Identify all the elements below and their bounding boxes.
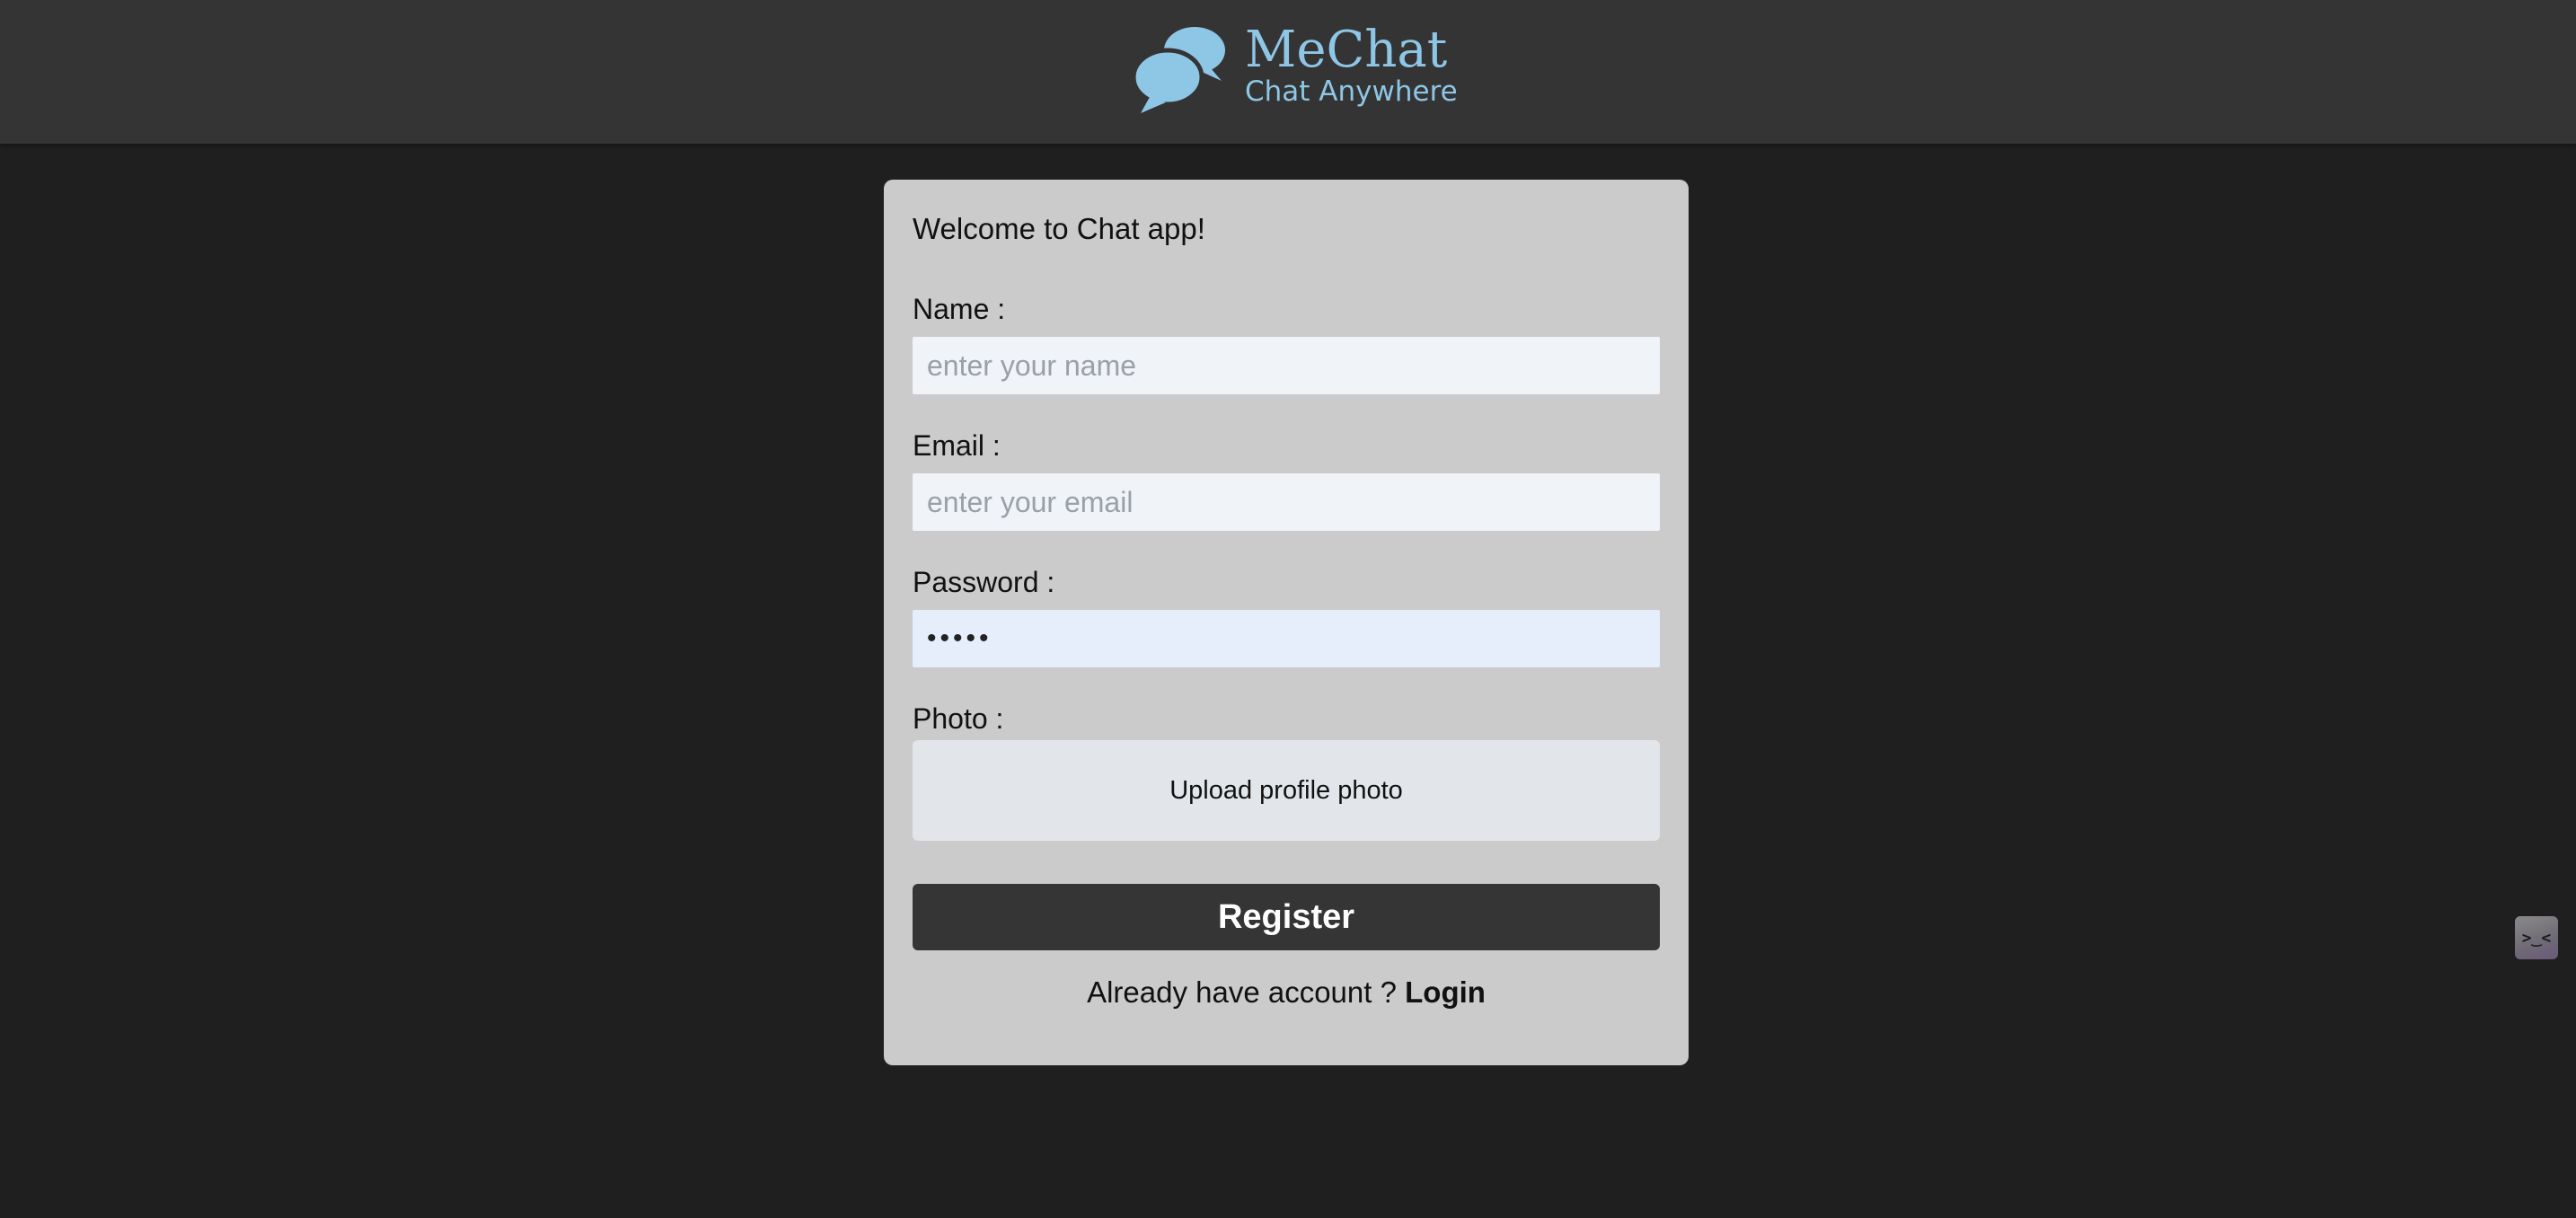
password-input[interactable] — [913, 610, 1660, 667]
login-prompt-row: Already have account ? Login — [884, 972, 1689, 1013]
email-input[interactable] — [913, 473, 1660, 531]
welcome-heading: Welcome to Chat app! — [913, 212, 1205, 245]
app-tagline: Chat Anywhere — [1245, 75, 1458, 108]
photo-label: Photo : — [913, 702, 1004, 735]
terminal-face-icon[interactable]: >‿< — [2515, 916, 2558, 959]
email-label: Email : — [913, 429, 1001, 462]
top-bar: MeChat Chat Anywhere — [0, 0, 2576, 144]
app-name: MeChat — [1245, 21, 1448, 79]
brand-logo[interactable]: MeChat Chat Anywhere — [1132, 21, 1458, 117]
upload-photo-label: Upload profile photo — [1169, 775, 1403, 805]
register-button[interactable]: Register — [913, 884, 1660, 950]
name-label: Name : — [913, 293, 1006, 325]
register-card: Welcome to Chat app! Name : Email : Pass… — [884, 180, 1689, 1065]
extension-glyph: >‿< — [2521, 928, 2552, 948]
chat-bubbles-icon — [1132, 27, 1225, 113]
name-input[interactable] — [913, 337, 1660, 394]
login-link[interactable]: Login — [1405, 975, 1486, 1009]
password-label: Password : — [913, 566, 1055, 598]
upload-photo-button[interactable]: Upload profile photo — [913, 740, 1660, 841]
login-prompt-text: Already have account ? — [1087, 975, 1406, 1009]
